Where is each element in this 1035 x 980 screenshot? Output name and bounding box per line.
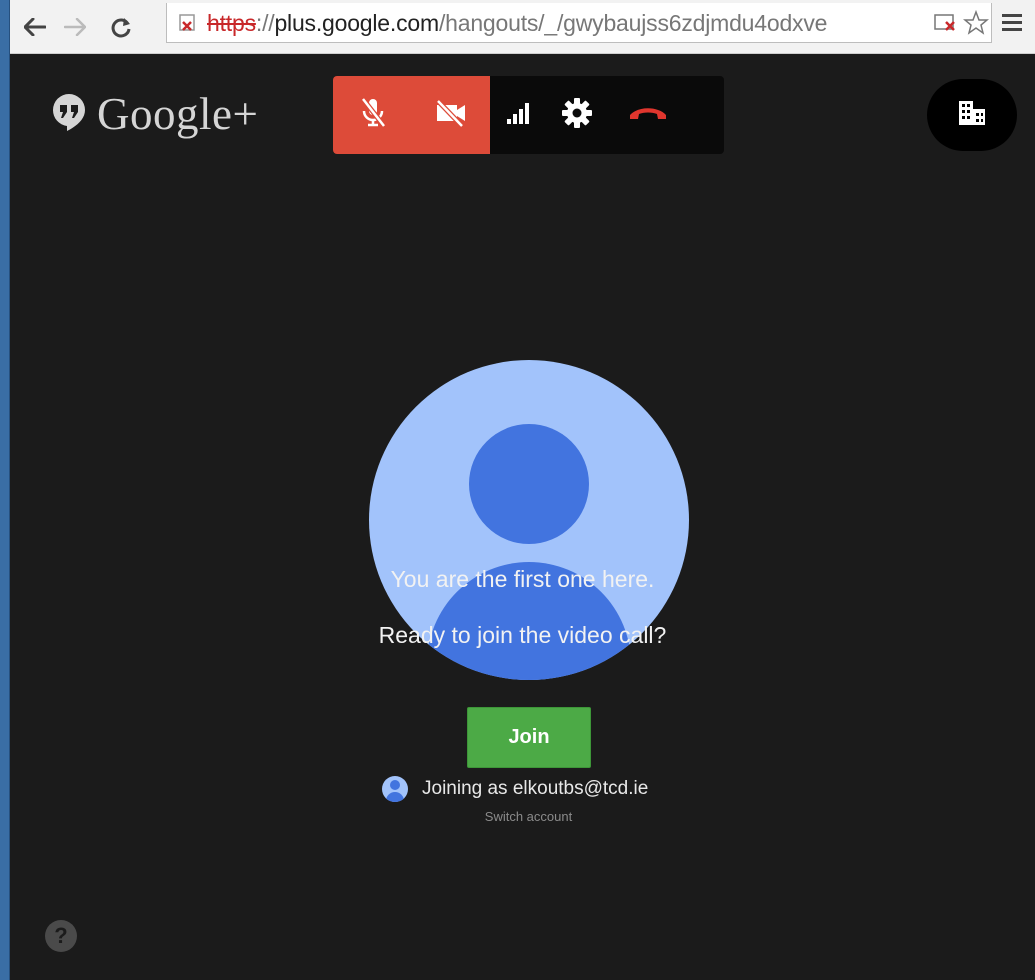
window-frame-edge — [0, 0, 10, 980]
hang-up-button[interactable] — [619, 76, 677, 154]
url-scheme: https — [207, 10, 256, 36]
reload-button[interactable] — [106, 8, 136, 46]
camera-off-icon — [434, 98, 468, 133]
bookmark-star-icon[interactable] — [962, 9, 990, 41]
blocked-popup-icon[interactable] — [933, 11, 959, 40]
help-icon[interactable]: ? — [45, 920, 77, 952]
logo-text: Google+ — [97, 89, 259, 139]
google-plus-logo: Google+ — [51, 88, 258, 140]
reload-icon — [110, 16, 132, 38]
join-button[interactable]: Join — [467, 707, 591, 768]
forward-button[interactable] — [60, 8, 90, 46]
office-button[interactable] — [927, 79, 1017, 151]
settings-gear-icon — [561, 97, 593, 134]
joining-as-row: Joining as elkoutbs@tcd.ie — [382, 776, 648, 802]
settings-button[interactable] — [548, 76, 606, 154]
mic-off-icon — [358, 96, 388, 135]
joining-as-text: Joining as elkoutbs@tcd.ie — [422, 778, 649, 799]
back-button[interactable] — [20, 8, 50, 46]
signal-bars-icon — [505, 101, 533, 130]
url-text: https://plus.google.com/hangouts/_/gwyba… — [207, 8, 927, 38]
browser-menu-button[interactable] — [1002, 14, 1024, 34]
hangout-app: Google+ You are the first one here. Read… — [10, 54, 1035, 980]
first-one-here-text: You are the first one here. — [390, 566, 655, 592]
camera-toggle-button[interactable] — [412, 76, 490, 154]
ready-to-join-text: Ready to join the video call? — [378, 622, 667, 648]
avatar-head — [469, 424, 589, 544]
arrow-right-icon — [64, 18, 86, 36]
arrow-left-icon — [24, 18, 46, 36]
address-bar[interactable]: https://plus.google.com/hangouts/_/gwyba… — [166, 3, 992, 43]
account-avatar-icon — [382, 776, 408, 802]
bandwidth-button[interactable] — [490, 76, 548, 154]
browser-toolbar: https://plus.google.com/hangouts/_/gwyba… — [10, 0, 1035, 54]
url-separator: :// — [255, 10, 275, 36]
broken-lock-icon — [177, 12, 203, 34]
hangouts-quote-icon — [51, 92, 87, 137]
office-building-icon — [957, 99, 987, 132]
url-host: plus.google.com — [274, 10, 439, 36]
call-controls-bar — [333, 76, 724, 154]
url-path: /hangouts/_/gwybaujss6zdjmdu4odxve — [438, 10, 828, 36]
switch-account-link[interactable]: Switch account — [10, 809, 1035, 824]
mute-mic-button[interactable] — [333, 76, 412, 154]
hang-up-icon — [628, 104, 668, 127]
